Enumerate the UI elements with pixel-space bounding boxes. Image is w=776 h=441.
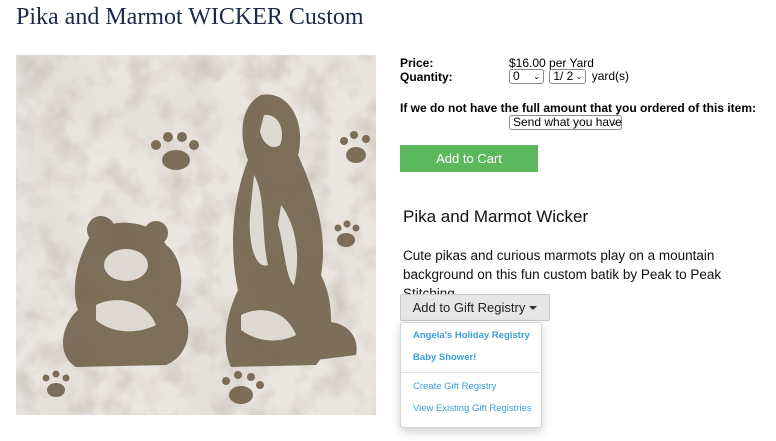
price-value-row: $16.00 per Yard	[509, 56, 594, 70]
quantity-row: Quantity:	[400, 70, 453, 84]
quantity-label: Quantity:	[400, 70, 453, 84]
chevron-down-icon: ⌄	[611, 118, 618, 128]
price-unit: per Yard	[549, 56, 594, 70]
shortage-label: If we do not have the full amount that y…	[400, 101, 757, 115]
menu-item-view-registries[interactable]: View Existing Gift Registries	[413, 403, 532, 414]
price-value: $16.00	[509, 56, 546, 70]
product-name: Pika and Marmot Wicker	[403, 207, 589, 226]
quantity-whole-select[interactable]: 0 ⌄	[509, 69, 544, 85]
quantity-fraction-value: 1/ 2	[553, 69, 574, 84]
quantity-controls: 0 ⌄ 1/ 2 ⌄ yard(s)	[509, 69, 630, 85]
menu-item-create-registry[interactable]: Create Gift Registry	[413, 381, 496, 392]
menu-item-registry[interactable]: Baby Shower!	[413, 352, 476, 363]
shortage-select[interactable]: Send what you have ⌄	[509, 115, 622, 131]
chevron-down-icon: ⌄	[575, 72, 583, 82]
product-image[interactable]	[16, 55, 376, 415]
page-title: Pika and Marmot WICKER Custom	[16, 4, 364, 30]
shortage-option: Send what you have	[513, 115, 622, 130]
shortage-controls: Send what you have ⌄	[509, 115, 622, 131]
gift-registry-menu: Angela's Holiday Registry Baby Shower! C…	[400, 322, 542, 428]
shortage-row: If we do not have the full amount that y…	[400, 101, 756, 115]
menu-item-registry[interactable]: Angela's Holiday Registry	[413, 330, 530, 341]
caret-down-icon	[529, 306, 538, 310]
add-to-cart-button[interactable]: Add to Cart	[400, 145, 538, 172]
batik-fabric-image	[16, 55, 376, 415]
menu-divider	[401, 372, 541, 373]
price-row: Price:	[400, 56, 433, 70]
add-to-gift-registry-button[interactable]: Add to Gift Registry	[400, 294, 550, 321]
chevron-down-icon: ⌄	[533, 72, 540, 82]
quantity-unit: yard(s)	[591, 69, 630, 83]
gift-registry-label: Add to Gift Registry	[412, 300, 526, 315]
quantity-whole-value: 0	[513, 69, 520, 84]
price-label: Price:	[400, 56, 434, 70]
quantity-fraction-select[interactable]: 1/ 2 ⌄	[549, 69, 587, 85]
